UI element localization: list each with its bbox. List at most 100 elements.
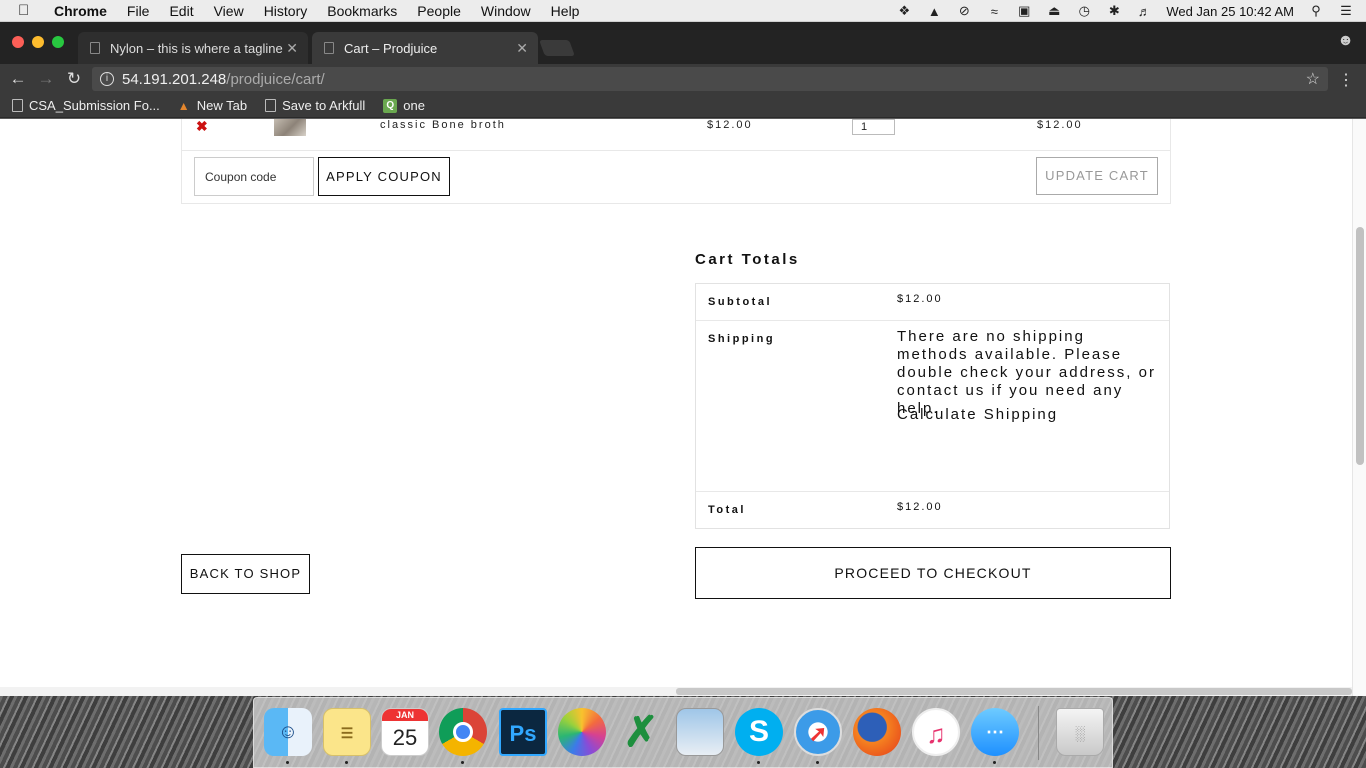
status-area: ❖ ▲ ⊘ ≈ ▣ ⏏ ◷ ✱ ♬ Wed Jan 25 10:42 AM ⚲ … xyxy=(896,0,1354,22)
remove-item-icon[interactable]: ✖ xyxy=(196,119,208,135)
menu-edit[interactable]: Edit xyxy=(169,3,193,19)
vertical-scrollbar[interactable] xyxy=(1352,119,1366,696)
product-price: $12.00 xyxy=(707,119,753,131)
photoshop-icon[interactable]: Ps xyxy=(499,708,547,756)
time-machine-icon[interactable]: ◷ xyxy=(1076,3,1092,19)
q-icon: Q xyxy=(383,98,398,113)
photos-icon[interactable] xyxy=(558,708,606,756)
horizontal-scrollbar[interactable] xyxy=(0,687,1352,696)
bookmark-star-icon[interactable]: ☆ xyxy=(1306,69,1320,89)
running-indicator xyxy=(345,761,348,764)
update-cart-button[interactable]: UPDATE CART xyxy=(1036,157,1158,195)
menu-bookmarks[interactable]: Bookmarks xyxy=(327,3,397,19)
running-indicator xyxy=(286,761,289,764)
new-tab-button[interactable] xyxy=(539,40,575,56)
itunes-icon[interactable]: ♫ xyxy=(912,708,960,756)
proceed-to-checkout-button[interactable]: PROCEED TO CHECKOUT xyxy=(695,547,1171,599)
quantity-input[interactable]: 1 xyxy=(852,119,895,135)
notification-center-icon[interactable]: ☰ xyxy=(1338,3,1354,19)
close-window-icon[interactable] xyxy=(12,36,24,48)
page-icon xyxy=(265,99,277,112)
menu-people[interactable]: People xyxy=(417,3,461,19)
bookmark-arkfull[interactable]: Save to Arkfull xyxy=(265,98,365,113)
lock-icon[interactable]: ▣ xyxy=(1016,3,1032,19)
product-name[interactable]: classic Bone broth xyxy=(380,119,506,131)
finder-icon[interactable]: ☺ xyxy=(264,708,312,756)
spotlight-search-icon[interactable]: ⚲ xyxy=(1308,3,1324,19)
total-value: $12.00 xyxy=(897,501,943,513)
address-bar[interactable]: i 54.191.201.248 /prodjuice/cart/ ☆ xyxy=(92,67,1328,91)
close-tab-icon[interactable]: ✕ xyxy=(286,40,298,57)
trash-icon[interactable]: ░ xyxy=(1056,708,1104,756)
calculate-shipping-link[interactable]: Calculate Shipping xyxy=(897,406,1058,423)
shipping-message: There are no shipping methods available.… xyxy=(897,328,1156,417)
tab-nylon[interactable]: Nylon – this is where a tagline ✕ xyxy=(78,32,308,64)
browser-toolbar: ← → ↻ i 54.191.201.248 /prodjuice/cart/ … xyxy=(0,64,1366,94)
wifi-icon[interactable]: ≈ xyxy=(986,4,1002,19)
eject-icon[interactable]: ⏏ xyxy=(1046,3,1062,19)
url-host: 54.191.201.248 xyxy=(122,70,227,88)
tab-cart[interactable]: Cart – Prodjuice ✕ xyxy=(312,32,538,64)
running-indicator xyxy=(461,761,464,764)
apply-coupon-button[interactable]: APPLY COUPON xyxy=(318,157,450,196)
firefox-icon[interactable] xyxy=(853,708,901,756)
product-thumbnail[interactable] xyxy=(274,119,306,136)
subtotal-row: Subtotal $12.00 xyxy=(696,284,1169,321)
dropbox-icon[interactable]: ❖ xyxy=(896,3,912,19)
menu-app-name[interactable]: Chrome xyxy=(54,3,107,19)
menu-help[interactable]: Help xyxy=(551,3,580,19)
clock[interactable]: Wed Jan 25 10:42 AM xyxy=(1166,4,1294,19)
bluetooth-icon[interactable]: ✱ xyxy=(1106,3,1122,19)
bookmark-one[interactable]: Q one xyxy=(383,98,425,113)
minimize-window-icon[interactable] xyxy=(32,36,44,48)
dock: ☺ ☰ JAN 25 Ps ✗ S ➚ ♫ ⋯ ░ xyxy=(253,697,1113,768)
product-subtotal: $12.00 xyxy=(1037,119,1083,131)
cart-totals-title: Cart Totals xyxy=(695,251,800,268)
page-viewport: ✖ classic Bone broth $12.00 1 $12.00 Cou… xyxy=(0,119,1366,696)
bookmark-label: CSA_Submission Fo... xyxy=(29,98,160,113)
safari-icon[interactable]: ➚ xyxy=(794,708,842,756)
calendar-icon[interactable]: JAN 25 xyxy=(381,708,429,756)
back-to-shop-button[interactable]: BACK TO SHOP xyxy=(181,554,310,594)
forward-icon[interactable]: → xyxy=(32,69,60,89)
menu-kebab-icon[interactable]: ⋮ xyxy=(1338,70,1354,90)
bookmark-label: New Tab xyxy=(196,98,248,113)
cart-table: ✖ classic Bone broth $12.00 1 $12.00 Cou… xyxy=(181,119,1171,204)
tab-title: Nylon – this is where a tagline xyxy=(110,40,283,56)
blocked-icon[interactable]: ⊘ xyxy=(956,3,972,19)
scroll-thumb[interactable] xyxy=(1356,227,1364,465)
skype-icon[interactable]: S xyxy=(735,708,783,756)
coupon-code-input[interactable]: Coupon code xyxy=(194,157,314,196)
bookmark-csa[interactable]: CSA_Submission Fo... xyxy=(12,98,160,113)
bookmarks-bar: CSA_Submission Fo... ▲ New Tab Save to A… xyxy=(0,94,1366,118)
shipping-label: Shipping xyxy=(708,333,776,345)
bookmark-new-tab[interactable]: ▲ New Tab xyxy=(178,98,247,113)
menu-window[interactable]: Window xyxy=(481,3,531,19)
menu-file[interactable]: File xyxy=(127,3,150,19)
flame-icon: ▲ xyxy=(177,99,190,113)
zoom-window-icon[interactable] xyxy=(52,36,64,48)
preview-icon[interactable] xyxy=(676,708,724,756)
menu-history[interactable]: History xyxy=(264,3,308,19)
chrome-center xyxy=(453,722,473,742)
calendar-month: JAN xyxy=(382,709,428,721)
bookmark-label: Save to Arkfull xyxy=(282,98,366,113)
volume-icon[interactable]: ♬ xyxy=(1136,4,1152,19)
chrome-icon[interactable] xyxy=(439,708,487,756)
cart-row: ✖ classic Bone broth $12.00 1 $12.00 xyxy=(182,119,1170,151)
reload-icon[interactable]: ↻ xyxy=(60,69,88,89)
scroll-thumb[interactable] xyxy=(676,688,1352,695)
messages-icon[interactable]: ⋯ xyxy=(971,708,1019,756)
info-icon[interactable]: i xyxy=(100,72,114,86)
back-icon[interactable]: ← xyxy=(4,69,32,89)
apple-menu-icon[interactable]:  xyxy=(18,2,38,19)
menu-view[interactable]: View xyxy=(214,3,244,19)
close-tab-icon[interactable]: ✕ xyxy=(516,40,528,57)
cart-totals-table: Subtotal $12.00 Shipping There are no sh… xyxy=(695,283,1170,529)
notes-icon[interactable]: ☰ xyxy=(323,708,371,756)
tab-strip: Nylon – this is where a tagline ✕ Cart –… xyxy=(0,22,1366,64)
excel-icon[interactable]: ✗ xyxy=(617,708,665,756)
window-controls xyxy=(12,36,64,48)
adobe-icon[interactable]: ▲ xyxy=(926,4,942,19)
profile-icon[interactable]: ☻ xyxy=(1337,32,1354,50)
